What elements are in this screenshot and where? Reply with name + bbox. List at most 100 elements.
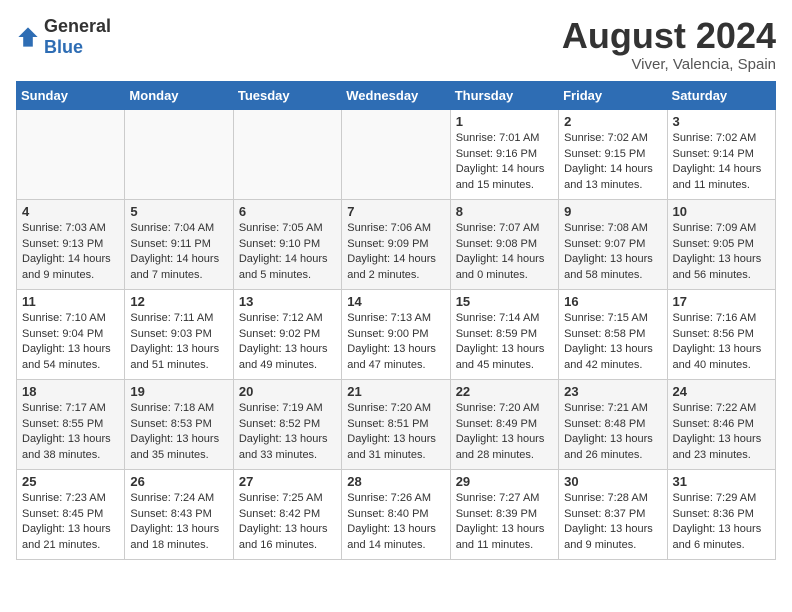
day-number: 10	[673, 204, 770, 219]
header-cell-tuesday: Tuesday	[233, 81, 341, 109]
day-number: 17	[673, 294, 770, 309]
day-cell: 28Sunrise: 7:26 AM Sunset: 8:40 PM Dayli…	[342, 469, 450, 559]
day-number: 26	[130, 474, 227, 489]
day-info: Sunrise: 7:20 AM Sunset: 8:49 PM Dayligh…	[456, 401, 553, 465]
day-number: 11	[22, 294, 119, 309]
day-number: 24	[673, 384, 770, 399]
day-number: 9	[564, 204, 661, 219]
day-cell	[233, 109, 341, 199]
day-cell: 14Sunrise: 7:13 AM Sunset: 9:00 PM Dayli…	[342, 289, 450, 379]
day-cell: 1Sunrise: 7:01 AM Sunset: 9:16 PM Daylig…	[450, 109, 558, 199]
day-number: 12	[130, 294, 227, 309]
day-cell	[17, 109, 125, 199]
day-number: 18	[22, 384, 119, 399]
day-number: 20	[239, 384, 336, 399]
day-number: 8	[456, 204, 553, 219]
day-info: Sunrise: 7:27 AM Sunset: 8:39 PM Dayligh…	[456, 491, 553, 555]
day-number: 4	[22, 204, 119, 219]
calendar-body: 1Sunrise: 7:01 AM Sunset: 9:16 PM Daylig…	[17, 109, 776, 559]
week-row-5: 25Sunrise: 7:23 AM Sunset: 8:45 PM Dayli…	[17, 469, 776, 559]
day-number: 30	[564, 474, 661, 489]
day-info: Sunrise: 7:17 AM Sunset: 8:55 PM Dayligh…	[22, 401, 119, 465]
day-cell: 27 Sunrise: 7:25 AM Sunset: 8:42 PM Dayli…	[233, 469, 341, 559]
day-info: Sunrise: 7:10 AM Sunset: 9:04 PM Dayligh…	[22, 311, 119, 375]
day-info: Sunrise: 7:22 AM Sunset: 8:46 PM Dayligh…	[673, 401, 770, 465]
day-number: 5	[130, 204, 227, 219]
day-cell	[125, 109, 233, 199]
day-info: Sunrise: 7:09 AM Sunset: 9:05 PM Dayligh…	[673, 221, 770, 285]
day-info: Sunrise: 7:02 AM Sunset: 9:15 PM Dayligh…	[564, 131, 661, 195]
day-cell: 19 Sunrise: 7:18 AM Sunset: 8:53 PM Dayli…	[125, 379, 233, 469]
day-cell: 11 Sunrise: 7:10 AM Sunset: 9:04 PM Dayli…	[17, 289, 125, 379]
day-info: Sunrise: 7:18 AM Sunset: 8:53 PM Dayligh…	[130, 401, 227, 465]
logo-blue: Blue	[44, 37, 83, 57]
day-number: 13	[239, 294, 336, 309]
day-info: Sunrise: 7:11 AM Sunset: 9:03 PM Dayligh…	[130, 311, 227, 375]
day-number: 29	[456, 474, 553, 489]
day-info: Sunrise: 7:14 AM Sunset: 8:59 PM Dayligh…	[456, 311, 553, 375]
day-cell: 21Sunrise: 7:20 AM Sunset: 8:51 PM Dayli…	[342, 379, 450, 469]
logo-general: General	[44, 16, 111, 36]
header-cell-sunday: Sunday	[17, 81, 125, 109]
page-header: General Blue August 2024 Viver, Valencia…	[16, 16, 776, 73]
day-cell: 17Sunrise: 7:16 AM Sunset: 8:56 PM Dayli…	[667, 289, 775, 379]
day-cell: 13 Sunrise: 7:12 AM Sunset: 9:02 PM Dayli…	[233, 289, 341, 379]
day-cell	[342, 109, 450, 199]
day-cell: 12 Sunrise: 7:11 AM Sunset: 9:03 PM Dayli…	[125, 289, 233, 379]
header-cell-wednesday: Wednesday	[342, 81, 450, 109]
day-number: 6	[239, 204, 336, 219]
day-info: Sunrise: 7:04 AM Sunset: 9:11 PM Dayligh…	[130, 221, 227, 285]
day-cell: 5 Sunrise: 7:04 AM Sunset: 9:11 PM Daylig…	[125, 199, 233, 289]
day-info: Sunrise: 7:29 AM Sunset: 8:36 PM Dayligh…	[673, 491, 770, 555]
day-number: 15	[456, 294, 553, 309]
day-cell: 18 Sunrise: 7:17 AM Sunset: 8:55 PM Dayli…	[17, 379, 125, 469]
day-info: Sunrise: 7:06 AM Sunset: 9:09 PM Dayligh…	[347, 221, 444, 285]
day-number: 21	[347, 384, 444, 399]
day-cell: 16Sunrise: 7:15 AM Sunset: 8:58 PM Dayli…	[559, 289, 667, 379]
day-info: Sunrise: 7:03 AM Sunset: 9:13 PM Dayligh…	[22, 221, 119, 285]
day-cell: 31Sunrise: 7:29 AM Sunset: 8:36 PM Dayli…	[667, 469, 775, 559]
day-info: Sunrise: 7:28 AM Sunset: 8:37 PM Dayligh…	[564, 491, 661, 555]
page-subtitle: Viver, Valencia, Spain	[562, 56, 776, 73]
day-info: Sunrise: 7:24 AM Sunset: 8:43 PM Dayligh…	[130, 491, 227, 555]
day-info: Sunrise: 7:02 AM Sunset: 9:14 PM Dayligh…	[673, 131, 770, 195]
header-cell-friday: Friday	[559, 81, 667, 109]
calendar-table: SundayMondayTuesdayWednesdayThursdayFrid…	[16, 81, 776, 560]
calendar-header: SundayMondayTuesdayWednesdayThursdayFrid…	[17, 81, 776, 109]
day-number: 16	[564, 294, 661, 309]
day-info: Sunrise: 7:12 AM Sunset: 9:02 PM Dayligh…	[239, 311, 336, 375]
title-section: August 2024 Viver, Valencia, Spain	[562, 16, 776, 73]
day-info: Sunrise: 7:21 AM Sunset: 8:48 PM Dayligh…	[564, 401, 661, 465]
day-number: 22	[456, 384, 553, 399]
day-cell: 22 Sunrise: 7:20 AM Sunset: 8:49 PM Dayli…	[450, 379, 558, 469]
day-cell: 9 Sunrise: 7:08 AM Sunset: 9:07 PM Daylig…	[559, 199, 667, 289]
day-number: 19	[130, 384, 227, 399]
day-info: Sunrise: 7:19 AM Sunset: 8:52 PM Dayligh…	[239, 401, 336, 465]
day-info: Sunrise: 7:05 AM Sunset: 9:10 PM Dayligh…	[239, 221, 336, 285]
day-number: 14	[347, 294, 444, 309]
day-number: 27	[239, 474, 336, 489]
week-row-4: 18 Sunrise: 7:17 AM Sunset: 8:55 PM Dayli…	[17, 379, 776, 469]
day-cell: 7 Sunrise: 7:06 AM Sunset: 9:09 PM Daylig…	[342, 199, 450, 289]
week-row-2: 4 Sunrise: 7:03 AM Sunset: 9:13 PM Daylig…	[17, 199, 776, 289]
week-row-1: 1Sunrise: 7:01 AM Sunset: 9:16 PM Daylig…	[17, 109, 776, 199]
day-info: Sunrise: 7:07 AM Sunset: 9:08 PM Dayligh…	[456, 221, 553, 285]
day-number: 3	[673, 114, 770, 129]
day-info: Sunrise: 7:25 AM Sunset: 8:42 PM Dayligh…	[239, 491, 336, 555]
day-cell: 29 Sunrise: 7:27 AM Sunset: 8:39 PM Dayli…	[450, 469, 558, 559]
day-number: 7	[347, 204, 444, 219]
header-cell-monday: Monday	[125, 81, 233, 109]
day-cell: 15 Sunrise: 7:14 AM Sunset: 8:59 PM Dayli…	[450, 289, 558, 379]
day-number: 1	[456, 114, 553, 129]
day-number: 28	[347, 474, 444, 489]
day-cell: 3 Sunrise: 7:02 AM Sunset: 9:14 PM Daylig…	[667, 109, 775, 199]
day-number: 2	[564, 114, 661, 129]
day-cell: 24 Sunrise: 7:22 AM Sunset: 8:46 PM Dayli…	[667, 379, 775, 469]
day-cell: 20 Sunrise: 7:19 AM Sunset: 8:52 PM Dayli…	[233, 379, 341, 469]
header-row: SundayMondayTuesdayWednesdayThursdayFrid…	[17, 81, 776, 109]
day-info: Sunrise: 7:08 AM Sunset: 9:07 PM Dayligh…	[564, 221, 661, 285]
day-cell: 2 Sunrise: 7:02 AM Sunset: 9:15 PM Daylig…	[559, 109, 667, 199]
day-cell: 23Sunrise: 7:21 AM Sunset: 8:48 PM Dayli…	[559, 379, 667, 469]
day-cell: 6 Sunrise: 7:05 AM Sunset: 9:10 PM Daylig…	[233, 199, 341, 289]
header-cell-thursday: Thursday	[450, 81, 558, 109]
